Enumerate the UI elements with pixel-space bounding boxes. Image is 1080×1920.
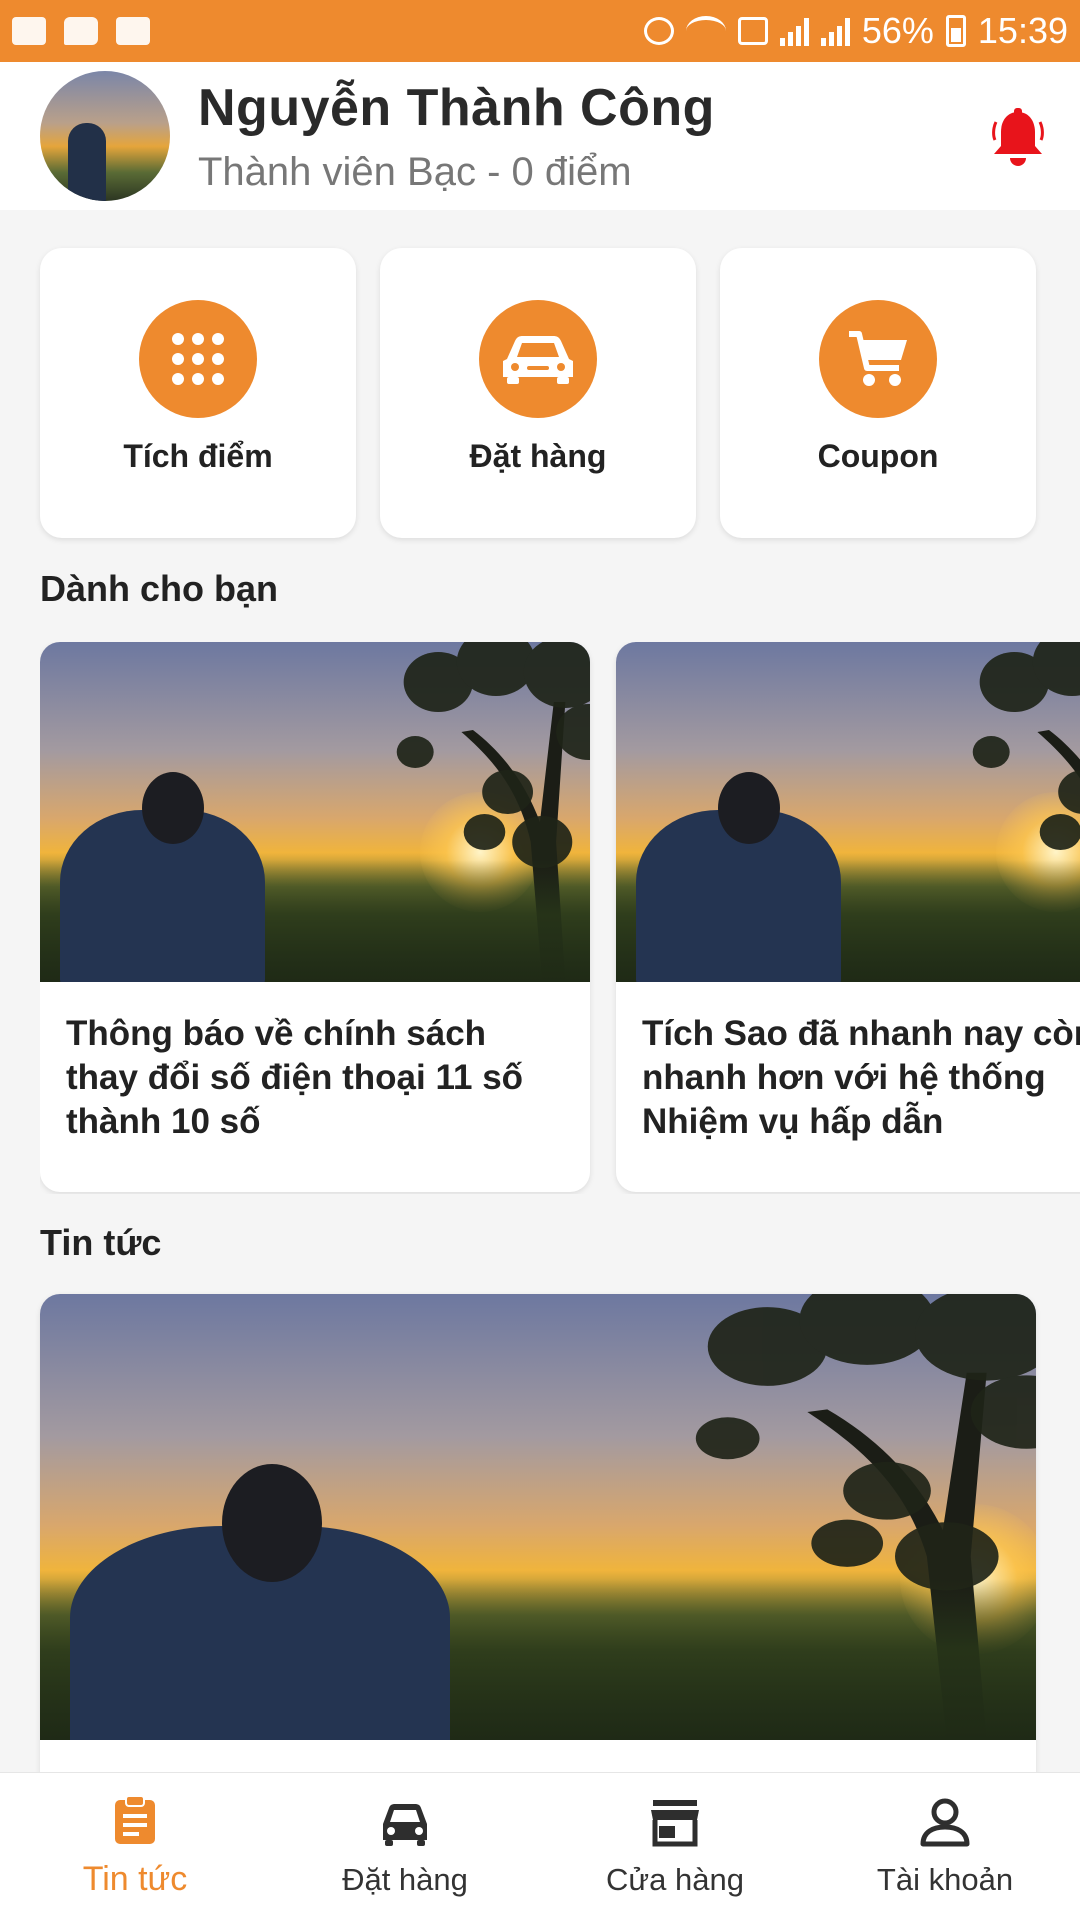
avatar[interactable] xyxy=(40,71,170,201)
grid-dots-icon xyxy=(139,300,257,418)
nav-tab-news[interactable]: Tin tức xyxy=(0,1773,270,1920)
car-icon xyxy=(479,300,597,418)
battery-icon xyxy=(945,15,966,47)
quick-actions: Tích điểm Đặt hàng Coupon xyxy=(40,248,1036,538)
message-notification-icon xyxy=(64,17,98,45)
bell-icon[interactable] xyxy=(990,108,1046,170)
wifi-icon xyxy=(685,16,726,46)
nav-label: Cửa hàng xyxy=(606,1861,744,1897)
quick-action-dat-hang[interactable]: Đặt hàng xyxy=(380,248,696,538)
news-card-image xyxy=(40,1294,1036,1740)
nav-label: Đặt hàng xyxy=(342,1861,468,1897)
quick-action-tich-diem[interactable]: Tích điểm xyxy=(40,248,356,538)
feature-card-title: Tích Sao đã nhanh nay còn nhanh hơn với … xyxy=(642,1014,1080,1141)
clock: 15:39 xyxy=(977,10,1068,51)
nav-tab-account[interactable]: Tài khoản xyxy=(810,1773,1080,1920)
car-icon xyxy=(383,1803,427,1846)
mail-notification-icon xyxy=(116,17,150,45)
news-card[interactable] xyxy=(40,1294,1036,1794)
user-info: Nguyễn Thành Công Thành viên Bạc - 0 điể… xyxy=(198,78,715,195)
person-icon xyxy=(920,1798,970,1846)
nav-label: Tin tức xyxy=(82,1860,188,1898)
user-name: Nguyễn Thành Công xyxy=(198,78,715,137)
bottom-navigation: Tin tức Đặt hàng Cửa hàng Tài khoản xyxy=(0,1772,1080,1920)
signal-2-icon xyxy=(820,16,850,46)
for-you-carousel[interactable]: Thông báo về chính sách thay đổi số điện… xyxy=(40,642,1080,1194)
nav-tab-store[interactable]: Cửa hàng xyxy=(540,1773,810,1920)
quick-action-coupon[interactable]: Coupon xyxy=(720,248,1036,538)
clipboard-icon xyxy=(115,1795,155,1844)
user-tier: Thành viên Bạc - 0 điểm xyxy=(198,149,632,194)
status-bar: 56% 15:39 xyxy=(0,0,1080,62)
feature-card-image xyxy=(616,642,1080,982)
cart-icon xyxy=(819,300,937,418)
alarm-icon xyxy=(643,17,674,45)
nav-tab-order[interactable]: Đặt hàng xyxy=(270,1773,540,1920)
store-icon xyxy=(651,1799,699,1846)
section-title-for-you: Dành cho bạn xyxy=(40,568,279,609)
signal-icon xyxy=(779,16,809,46)
sim-icon xyxy=(737,17,768,45)
quick-action-label: Đặt hàng xyxy=(469,438,607,474)
feature-card[interactable]: Tích Sao đã nhanh nay còn nhanh hơn với … xyxy=(616,642,1080,1192)
quick-action-label: Coupon xyxy=(817,438,939,474)
section-title-news: Tin tức xyxy=(40,1222,162,1263)
quick-action-label: Tích điểm xyxy=(123,438,273,474)
profile-header: Nguyễn Thành Công Thành viên Bạc - 0 điể… xyxy=(0,62,1080,210)
feature-card-title: Thông báo về chính sách thay đổi số điện… xyxy=(66,1014,524,1141)
battery-percent: 56% xyxy=(861,10,934,51)
feature-card-image xyxy=(40,642,590,982)
gallery-notification-icon xyxy=(12,17,46,45)
nav-label: Tài khoản xyxy=(876,1861,1014,1897)
feature-card[interactable]: Thông báo về chính sách thay đổi số điện… xyxy=(40,642,590,1192)
